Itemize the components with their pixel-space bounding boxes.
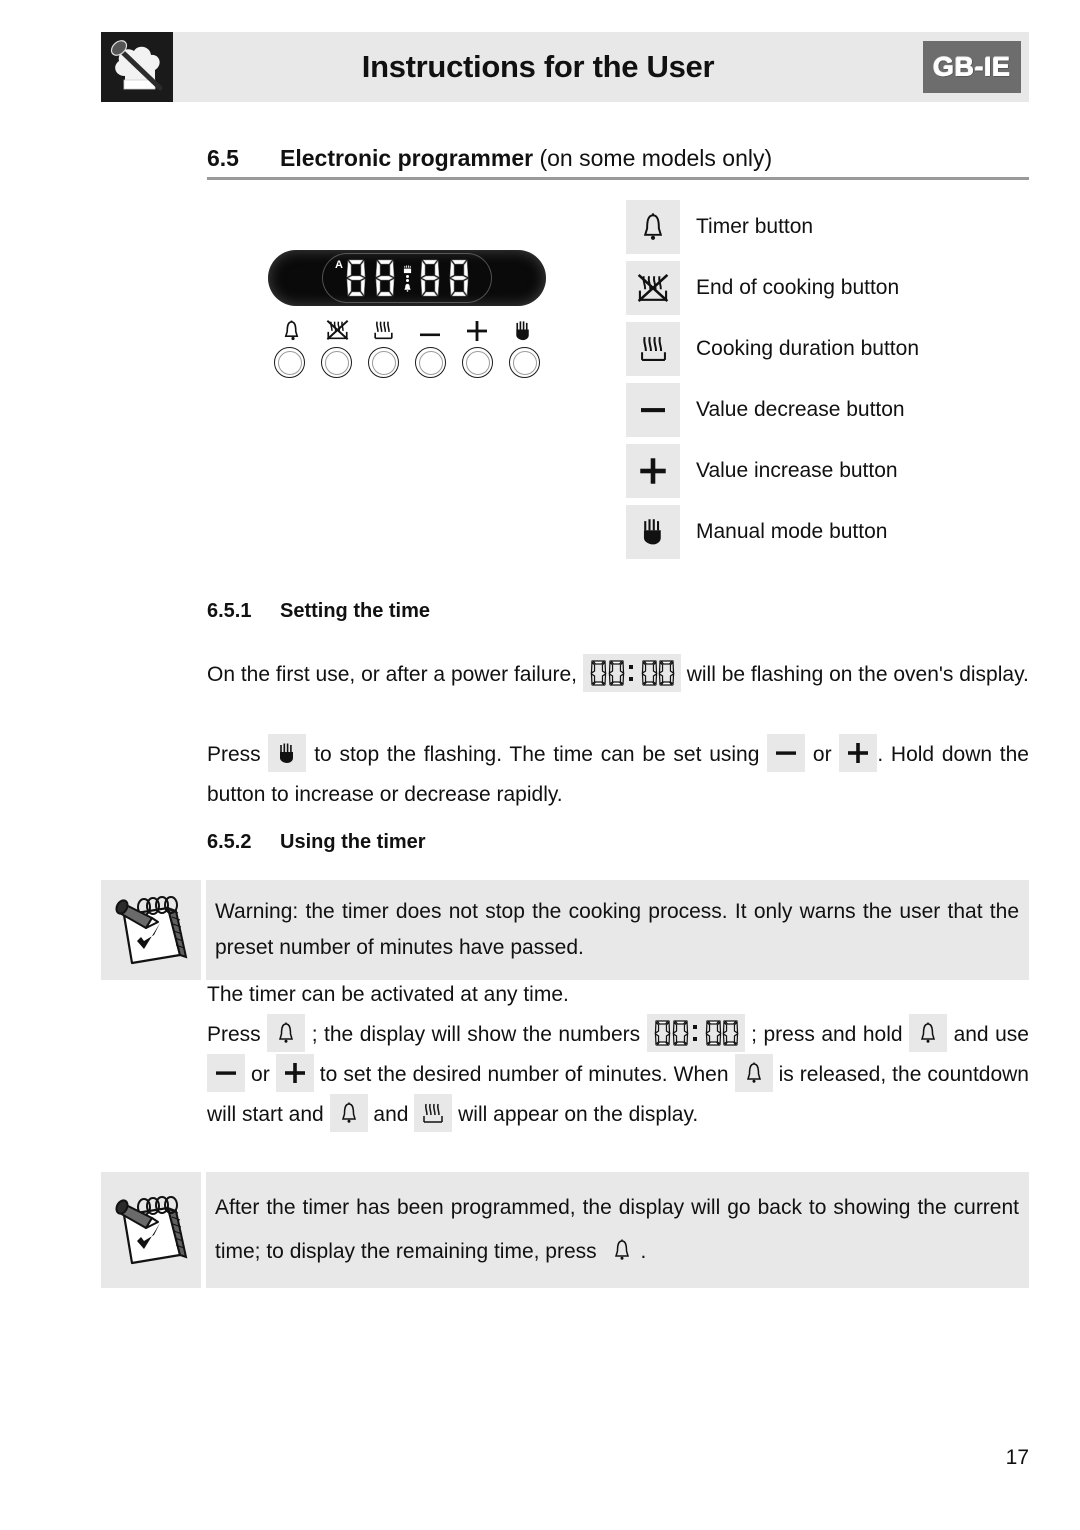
note-box-reminder: After the timer has been programmed, the…: [101, 1172, 1029, 1288]
note-text: Warning: the timer does not stop the coo…: [206, 880, 1029, 980]
text-run: .: [640, 1240, 647, 1263]
text-run: and use: [953, 1023, 1029, 1046]
end-of-cooking-button[interactable]: [321, 347, 352, 378]
legend-label: Timer button: [696, 214, 814, 238]
legend-item-cooking-duration: Cooking duration button: [626, 318, 1029, 379]
legend-label: End of cooking button: [696, 275, 900, 299]
page-title: Instructions for the User: [361, 49, 715, 84]
value-increase-button[interactable]: [462, 347, 493, 378]
timer-button[interactable]: [274, 347, 305, 378]
programmer-button-icons: [274, 316, 540, 342]
bell-icon: [626, 199, 680, 254]
subsection-number: 6.5.2: [207, 831, 252, 853]
plus-icon: [839, 734, 878, 773]
text-run: ; press and hold: [751, 1023, 903, 1046]
section-number: 6.5: [207, 145, 239, 171]
text-run: or: [812, 743, 832, 766]
auto-indicator: A: [335, 259, 343, 271]
bell-icon: [909, 1014, 948, 1053]
seg-digit: [449, 259, 468, 297]
text-run: On the first use, or after a power failu…: [207, 663, 578, 686]
value-decrease-button[interactable]: [415, 347, 446, 378]
text-run: to set the desired number of minutes. Wh…: [319, 1063, 729, 1086]
seg-digit: [375, 259, 394, 297]
lcd-display-inner: A: [322, 253, 492, 303]
text-run: to stop the flashing. The time can be se…: [314, 743, 760, 766]
language-badge: GB-IE: [923, 41, 1021, 93]
legend-label: Manual mode button: [696, 519, 888, 543]
text-run: or: [251, 1063, 270, 1086]
legend-label: Cooking duration button: [696, 336, 919, 360]
subsection-title: Using the timer: [280, 831, 426, 853]
legend-label: Value decrease button: [696, 397, 905, 421]
cooking-duration-icon: [367, 316, 401, 342]
minus-icon: [626, 382, 680, 437]
bell-icon: [603, 1231, 641, 1269]
hand-icon: [268, 734, 307, 773]
electronic-programmer-diagram: A: [268, 250, 558, 390]
legend-item-end-of-cooking: End of cooking button: [626, 257, 1029, 318]
lcd-value-inline: [646, 1014, 745, 1053]
notepad-icon: [101, 1172, 201, 1288]
text-run: Press: [207, 1023, 261, 1046]
paragraph-setting-time-2: Press to stop the flashing. The time can…: [207, 734, 1029, 815]
legend-item-manual-mode: Manual mode button: [626, 501, 1029, 562]
manual-mode-button[interactable]: [509, 347, 540, 378]
bell-icon: [274, 316, 308, 342]
colon-dot-top: [405, 274, 409, 278]
lcd-digits: [343, 257, 472, 299]
legend-item-timer: Timer button: [626, 196, 1029, 257]
colon-dot-bottom: [405, 278, 409, 282]
minus-icon: [413, 316, 447, 342]
plus-icon: [275, 1054, 314, 1093]
lcd-value-inline: [582, 654, 681, 693]
paragraph-timer-usage: Press ; the display will show the number…: [207, 1014, 1029, 1135]
cooking-duration-button[interactable]: [368, 347, 399, 378]
minus-icon: [207, 1054, 245, 1093]
page-header: Instructions for the User GB-IE: [101, 32, 1029, 102]
seg-digit: [420, 259, 439, 297]
paragraph-timer-activate: The timer can be activated at any time.: [207, 983, 569, 1006]
section-title: Electronic programmer (on some models on…: [280, 145, 773, 171]
bell-icon: [329, 1094, 368, 1133]
text-run: will be flashing on the oven's display.: [686, 663, 1029, 686]
plus-icon: [626, 443, 680, 498]
page-number: 17: [1005, 1446, 1029, 1469]
legend-label: Value increase button: [696, 458, 898, 482]
end-of-cooking-icon: [626, 260, 680, 315]
subsection-heading-652: 6.5.2 Using the timer: [207, 831, 426, 854]
section-heading: 6.5 Electronic programmer (on some model…: [207, 145, 1029, 180]
subsection-heading-651: 6.5.1 Setting the time: [207, 600, 430, 623]
chef-hat-spoon-logo: [101, 32, 173, 102]
programmer-buttons: [274, 347, 540, 378]
cooking-duration-icon: [626, 321, 680, 376]
bell-icon: [734, 1054, 773, 1093]
note-text: After the timer has been programmed, the…: [206, 1172, 1029, 1288]
text-run: and: [373, 1103, 409, 1126]
minus-icon: [767, 734, 806, 773]
note-box-warning: Warning: the timer does not stop the coo…: [101, 880, 1029, 980]
hand-icon: [506, 316, 540, 342]
text-run: ; the display will show the numbers: [311, 1023, 641, 1046]
end-of-cooking-icon: [320, 316, 354, 342]
pot-icon: [403, 264, 411, 273]
button-legend: Timer button End of cooking button Cooki…: [626, 196, 1029, 562]
legend-item-value-increase: Value increase button: [626, 440, 1029, 501]
text-run: Press: [207, 743, 261, 766]
lcd-display: A: [268, 250, 546, 306]
bell-icon: [403, 283, 411, 292]
lcd-indicators: [403, 257, 412, 299]
hand-icon: [626, 504, 680, 559]
notepad-icon: [101, 880, 201, 980]
cooking-duration-icon: [414, 1094, 453, 1133]
subsection-number: 6.5.1: [207, 600, 252, 622]
seg-digit: [346, 259, 365, 297]
plus-icon: [460, 316, 494, 342]
subsection-title: Setting the time: [280, 600, 431, 622]
bell-icon: [267, 1014, 306, 1053]
paragraph-setting-time-1: On the first use, or after a power failu…: [207, 654, 1029, 695]
legend-item-value-decrease: Value decrease button: [626, 379, 1029, 440]
text-run: will appear on the display.: [458, 1103, 699, 1126]
